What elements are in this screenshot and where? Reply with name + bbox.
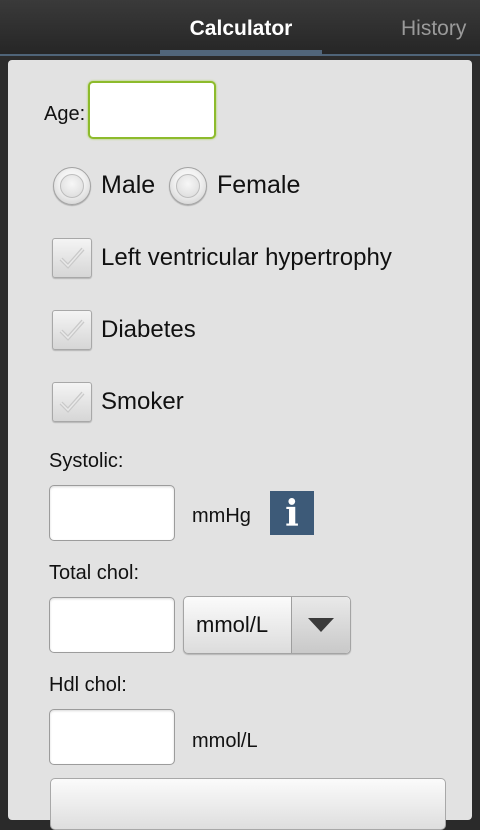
tab-calculator-label: Calculator	[189, 17, 293, 40]
systolic-label: Systolic:	[49, 450, 124, 472]
tab-history-label: History	[401, 17, 467, 40]
tab-calculator[interactable]: Calculator	[160, 0, 322, 56]
total-chol-unit-value: mmol/L	[196, 612, 269, 637]
systolic-unit: mmHg	[192, 505, 251, 527]
calculate-button[interactable]	[50, 778, 446, 830]
checkmark-icon	[59, 319, 85, 341]
total-chol-unit-select[interactable]: mmol/L	[183, 596, 351, 654]
systolic-input[interactable]	[49, 485, 175, 541]
calculator-form: Age: Male Female Left ventricular hypert…	[8, 60, 472, 830]
content-area: Age: Male Female Left ventricular hypert…	[0, 56, 480, 830]
female-radio[interactable]	[169, 167, 207, 205]
male-radio[interactable]	[53, 167, 91, 205]
hdl-chol-label: Hdl chol:	[49, 674, 127, 696]
hdl-chol-unit: mmol/L	[192, 730, 258, 752]
diabetes-checkbox[interactable]	[52, 310, 92, 350]
total-chol-label: Total chol:	[49, 562, 140, 584]
lvh-label: Left ventricular hypertrophy	[101, 244, 392, 271]
hdl-chol-input[interactable]	[49, 709, 175, 765]
female-label: Female	[217, 171, 301, 199]
smoker-checkbox[interactable]	[52, 382, 92, 422]
chevron-down-icon	[308, 618, 334, 632]
tab-bar: Calculator History	[0, 0, 480, 56]
total-chol-input[interactable]	[49, 597, 175, 653]
checkmark-icon	[59, 391, 85, 413]
smoker-label: Smoker	[101, 388, 184, 415]
dropdown-arrow[interactable]	[291, 597, 350, 653]
info-icon[interactable]: i	[270, 491, 314, 535]
diabetes-label: Diabetes	[101, 316, 196, 343]
male-label: Male	[101, 171, 156, 199]
checkmark-icon	[59, 247, 85, 269]
tab-history[interactable]: History	[401, 0, 480, 54]
lvh-checkbox[interactable]	[52, 238, 92, 278]
age-label: Age:	[44, 103, 86, 125]
age-input[interactable]	[88, 81, 216, 139]
